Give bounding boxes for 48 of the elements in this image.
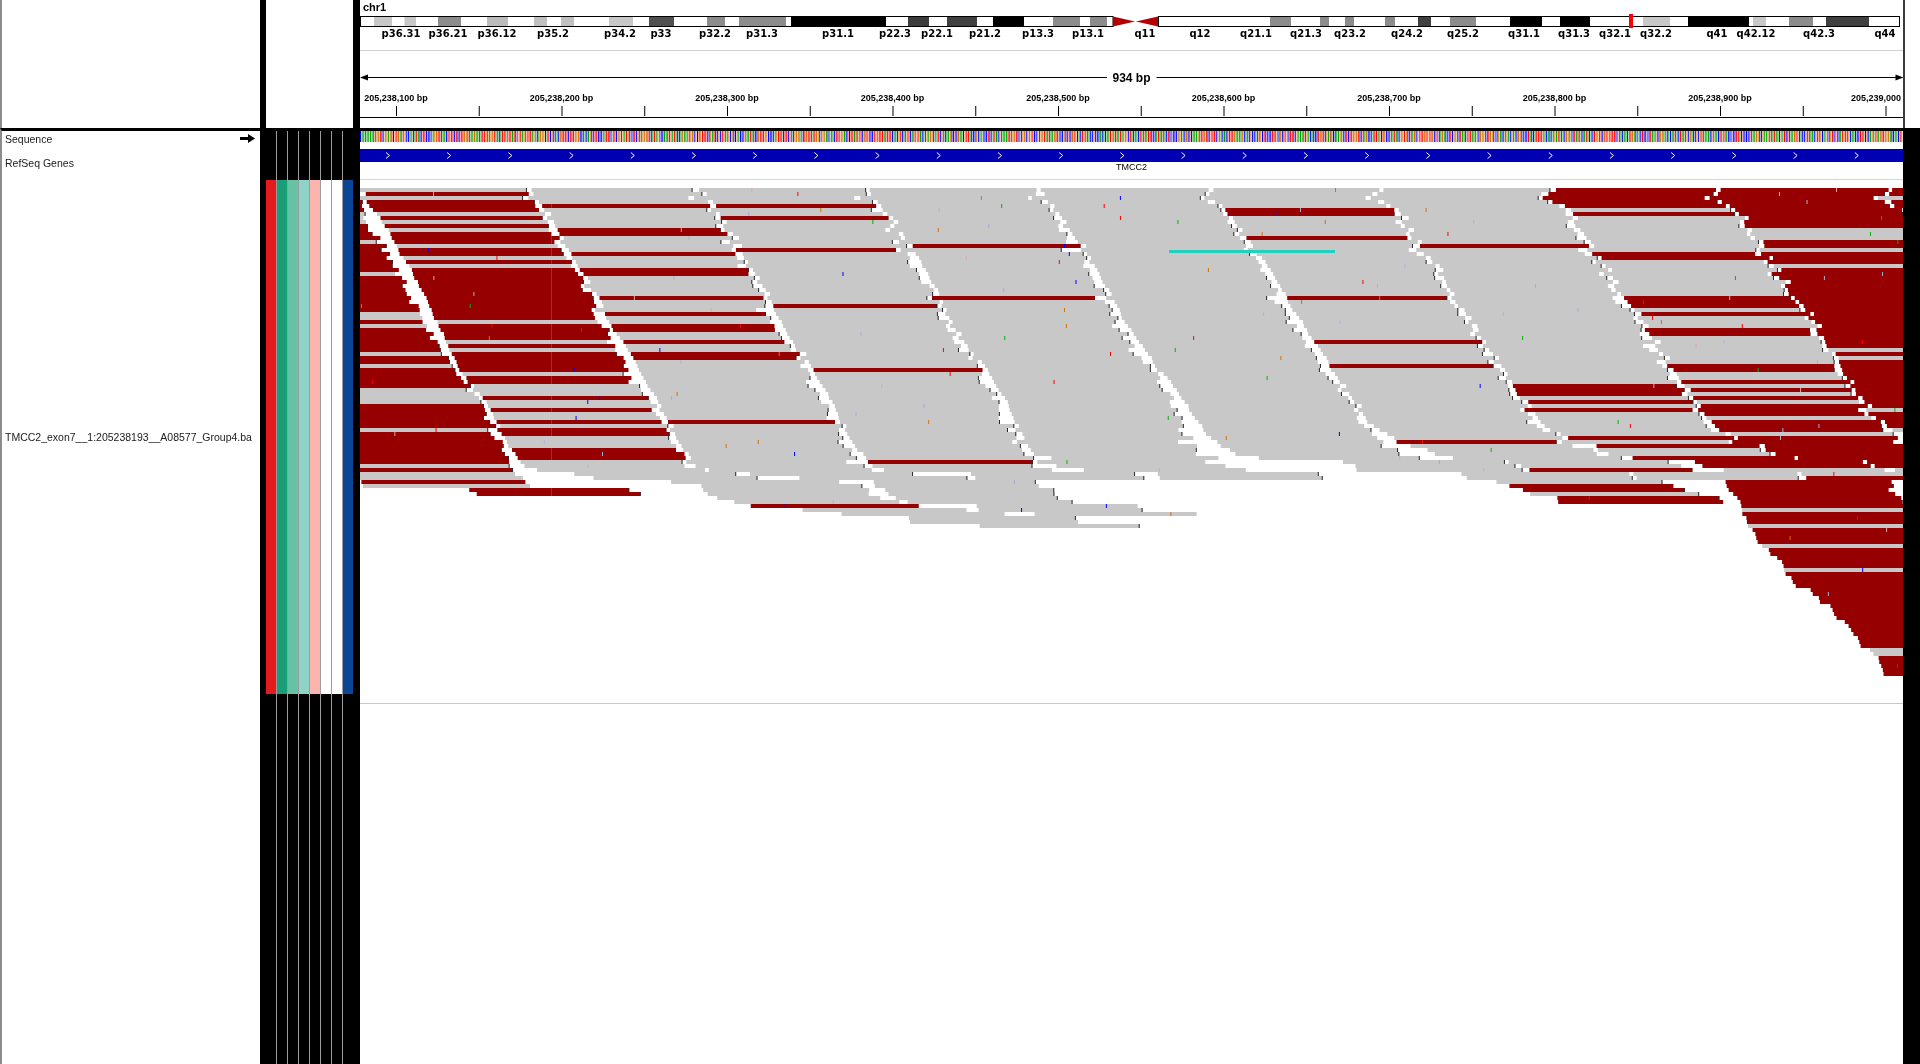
band-label: p35.2 — [537, 28, 569, 39]
track-name: TMCC2_exon7__1:205238193__A08577_Group4.ba — [5, 431, 252, 443]
band-label: q11 — [1134, 28, 1156, 39]
gene-name: TMCC2 — [1116, 162, 1147, 172]
ruler-tick-label: 205,238,700 bp — [1357, 93, 1421, 104]
band-label: q32.2 — [1640, 28, 1672, 39]
band-label: p32.2 — [699, 28, 731, 39]
track-name: RefSeq Genes — [5, 157, 74, 169]
ruler-tick-label: 205,238,100 bp — [364, 93, 428, 104]
right-arrow-line-icon — [1156, 73, 1903, 82]
ruler-tick-label: 205,238,300 bp — [695, 93, 759, 104]
band-label: p34.2 — [604, 28, 636, 39]
left-arrow-line-icon — [360, 73, 1107, 82]
band-label: p31.3 — [746, 28, 778, 39]
band-label: p31.1 — [822, 28, 854, 39]
band-label: q12 — [1189, 28, 1211, 39]
band-label: p13.1 — [1072, 28, 1104, 39]
band-label: q42.3 — [1803, 28, 1835, 39]
band-label: p21.2 — [969, 28, 1001, 39]
band-label: q25.2 — [1447, 28, 1479, 39]
chromosome-name: chr1 — [363, 0, 387, 14]
band-label: q31.1 — [1508, 28, 1540, 39]
band-label: q21.3 — [1290, 28, 1322, 39]
band-label: p33 — [650, 28, 672, 39]
band-label: p22.1 — [921, 28, 953, 39]
right-arrow-icon[interactable] — [240, 134, 255, 143]
band-label: q44 — [1874, 28, 1896, 39]
ruler-tick-label: 205,239,000 — [1850, 93, 1901, 104]
ruler-tick-label: 205,238,900 bp — [1688, 93, 1752, 104]
band-label: q41 — [1706, 28, 1728, 39]
band-label: q42.12 — [1736, 28, 1776, 39]
ruler-tick-label: 205,238,400 bp — [860, 93, 925, 104]
band-label: p22.3 — [879, 28, 911, 39]
band-label: p36.21 — [428, 28, 468, 39]
ruler-tick-label: 205,238,800 bp — [1522, 93, 1587, 104]
ruler-tick-label: 205,238,200 bp — [529, 93, 594, 104]
span-length-label: 934 bp — [1112, 70, 1151, 85]
band-label: q31.3 — [1558, 28, 1590, 39]
band-label: p13.3 — [1022, 28, 1054, 39]
ruler-tick-label: 205,238,600 bp — [1191, 93, 1256, 104]
band-label: p36.31 — [381, 28, 421, 39]
band-label: q24.2 — [1391, 28, 1423, 39]
band-label: p36.12 — [477, 28, 517, 39]
band-label: q23.2 — [1334, 28, 1366, 39]
band-label: q32.1 — [1599, 28, 1631, 39]
ruler-tick-label: 205,238,500 bp — [1026, 93, 1090, 104]
band-label: q21.1 — [1240, 28, 1272, 39]
track-name: Sequence — [5, 132, 53, 145]
